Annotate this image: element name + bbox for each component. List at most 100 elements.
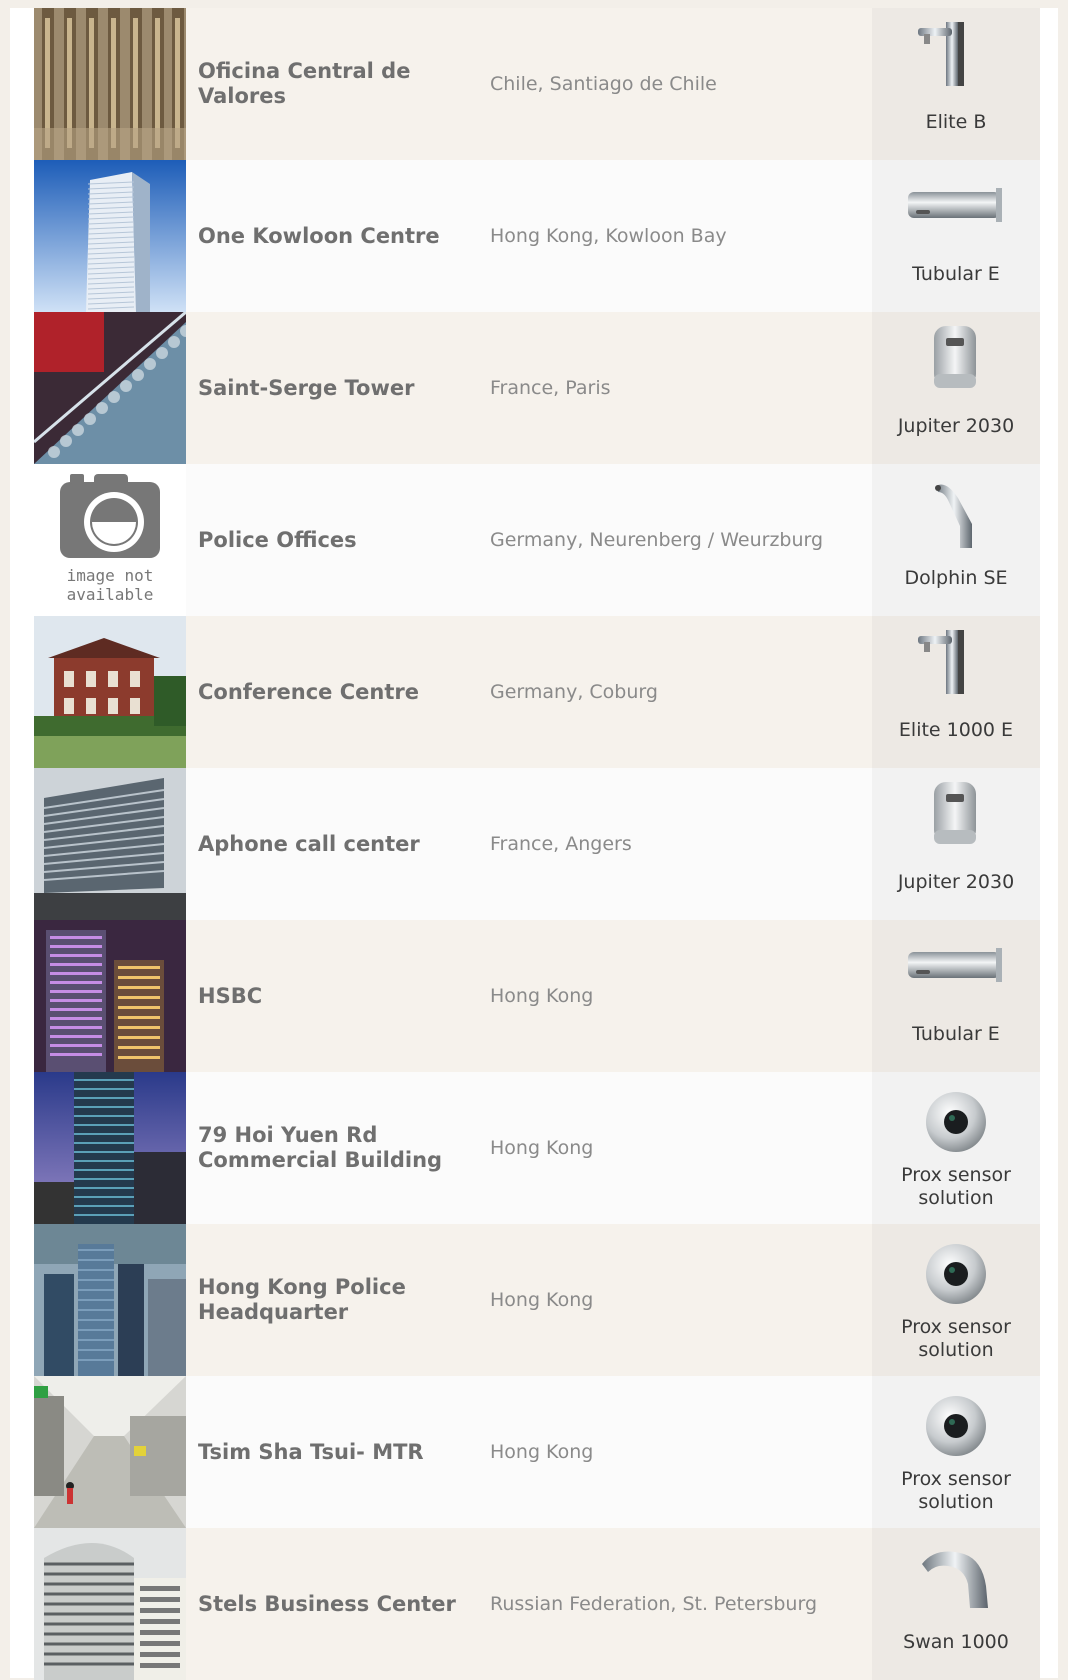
reference-row: 79 Hoi Yuen Rd Commercial Building Hong K… <box>34 1072 1056 1224</box>
image-not-available-label: image not available <box>66 566 154 604</box>
product-name[interactable]: Swan 1000 <box>872 1631 1040 1654</box>
project-name-cell: HSBC <box>186 920 470 1072</box>
jupiter-sensor-icon[interactable] <box>906 782 1006 862</box>
product-name[interactable]: Elite B <box>872 111 1040 134</box>
project-name[interactable]: Oficina Central de Valores <box>198 59 470 109</box>
image-not-available-icon[interactable]: image not available <box>34 464 186 616</box>
location-text: Hong Kong <box>490 1137 594 1159</box>
product-name[interactable]: Prox sensor solution <box>896 1164 1016 1210</box>
project-name-cell: Tsim Sha Tsui- MTR <box>186 1376 470 1528</box>
product-name[interactable]: Prox sensor solution <box>896 1468 1016 1514</box>
project-name[interactable]: 79 Hoi Yuen Rd Commercial Building <box>198 1123 470 1173</box>
location-cell: Hong Kong <box>470 1376 872 1528</box>
location-cell: France, Paris <box>470 312 872 464</box>
project-name[interactable]: Hong Kong Police Headquarter <box>198 1275 470 1325</box>
product-name[interactable]: Prox sensor solution <box>896 1316 1016 1362</box>
prox-sensor-icon[interactable] <box>906 1390 1006 1470</box>
references-table: Oficina Central de Valores Chile, Santiag… <box>34 8 1056 1680</box>
location-cell: Russian Federation, St. Petersburg <box>470 1528 872 1680</box>
building-photo[interactable] <box>34 1072 186 1224</box>
project-name[interactable]: Aphone call center <box>198 832 428 857</box>
prox-sensor-icon[interactable] <box>906 1086 1006 1166</box>
swan-faucet-icon[interactable] <box>906 1542 1006 1622</box>
product-name[interactable]: Tubular E <box>872 1023 1040 1046</box>
building-photo[interactable] <box>34 616 186 768</box>
project-name[interactable]: Stels Business Center <box>198 1592 464 1617</box>
project-name-cell: Aphone call center <box>186 768 470 920</box>
product-cell[interactable]: Elite 1000 E <box>872 616 1040 768</box>
location-text: Germany, Neurenberg / Weurzburg <box>490 529 824 551</box>
location-text: France, Angers <box>490 833 632 855</box>
location-cell: Hong Kong <box>470 1224 872 1376</box>
reference-row: Aphone call center France, Angers Jupiter… <box>34 768 1056 920</box>
building-photo[interactable] <box>34 920 186 1072</box>
building-photo[interactable] <box>34 1376 186 1528</box>
building-photo[interactable] <box>34 312 186 464</box>
location-cell: Germany, Coburg <box>470 616 872 768</box>
project-name-cell: Saint-Serge Tower <box>186 312 470 464</box>
location-cell: Germany, Neurenberg / Weurzburg <box>470 464 872 616</box>
reference-row: Saint-Serge Tower France, Paris Jupiter 2… <box>34 312 1056 464</box>
tubular-spout-icon[interactable] <box>906 174 1006 254</box>
project-name-cell: Conference Centre <box>186 616 470 768</box>
building-photo[interactable] <box>34 768 186 920</box>
project-name-cell: 79 Hoi Yuen Rd Commercial Building <box>186 1072 470 1224</box>
location-text: Russian Federation, St. Petersburg <box>490 1593 817 1615</box>
building-photo[interactable] <box>34 8 186 160</box>
reference-row: Tsim Sha Tsui- MTR Hong Kong Prox sensor … <box>34 1376 1056 1528</box>
location-text: Hong Kong, Kowloon Bay <box>490 225 727 247</box>
reference-row: image not available Police Offices Germany… <box>34 464 1056 616</box>
elite-faucet-icon[interactable] <box>906 22 1006 102</box>
product-name[interactable]: Jupiter 2030 <box>872 871 1040 894</box>
project-name[interactable]: HSBC <box>198 984 270 1009</box>
references-page: Oficina Central de Valores Chile, Santiag… <box>10 8 1058 1680</box>
location-text: France, Paris <box>490 377 611 399</box>
product-cell[interactable]: Tubular E <box>872 920 1040 1072</box>
product-name[interactable]: Tubular E <box>872 263 1040 286</box>
product-name[interactable]: Dolphin SE <box>872 567 1040 590</box>
dolphin-faucet-icon[interactable] <box>906 478 1006 558</box>
reference-row: Hong Kong Police Headquarter Hong Kong Pr… <box>34 1224 1056 1376</box>
product-cell[interactable]: Tubular E <box>872 160 1040 312</box>
reference-row: Oficina Central de Valores Chile, Santiag… <box>34 8 1056 160</box>
jupiter-sensor-icon[interactable] <box>906 326 1006 406</box>
project-name[interactable]: Tsim Sha Tsui- MTR <box>198 1440 432 1465</box>
project-name[interactable]: Police Offices <box>198 528 365 553</box>
project-name[interactable]: Saint-Serge Tower <box>198 376 422 401</box>
location-cell: Chile, Santiago de Chile <box>470 8 872 160</box>
product-cell[interactable]: Jupiter 2030 <box>872 768 1040 920</box>
reference-row: One Kowloon Centre Hong Kong, Kowloon Bay… <box>34 160 1056 312</box>
building-photo[interactable] <box>34 1224 186 1376</box>
location-text: Germany, Coburg <box>490 681 658 703</box>
product-cell[interactable]: Prox sensor solution <box>872 1072 1040 1224</box>
prox-sensor-icon[interactable] <box>906 1238 1006 1318</box>
building-photo[interactable] <box>34 160 186 312</box>
product-cell[interactable]: Dolphin SE <box>872 464 1040 616</box>
location-text: Chile, Santiago de Chile <box>490 73 717 95</box>
location-text: Hong Kong <box>490 1441 594 1463</box>
location-cell: France, Angers <box>470 768 872 920</box>
location-cell: Hong Kong, Kowloon Bay <box>470 160 872 312</box>
project-name[interactable]: Conference Centre <box>198 680 427 705</box>
reference-row: Conference Centre Germany, Coburg Elite 1… <box>34 616 1056 768</box>
product-cell[interactable]: Jupiter 2030 <box>872 312 1040 464</box>
elite-faucet-icon[interactable] <box>906 630 1006 710</box>
reference-row: Stels Business Center Russian Federation,… <box>34 1528 1056 1680</box>
product-cell[interactable]: Elite B <box>872 8 1040 160</box>
product-cell[interactable]: Prox sensor solution <box>872 1224 1040 1376</box>
location-text: Hong Kong <box>490 1289 594 1311</box>
product-cell[interactable]: Prox sensor solution <box>872 1376 1040 1528</box>
project-name[interactable]: One Kowloon Centre <box>198 224 448 249</box>
tubular-spout-icon[interactable] <box>906 934 1006 1014</box>
reference-row: HSBC Hong Kong Tubular E <box>34 920 1056 1072</box>
product-name[interactable]: Elite 1000 E <box>872 719 1040 742</box>
project-name-cell: Hong Kong Police Headquarter <box>186 1224 470 1376</box>
product-name[interactable]: Jupiter 2030 <box>872 415 1040 438</box>
location-cell: Hong Kong <box>470 920 872 1072</box>
location-text: Hong Kong <box>490 985 594 1007</box>
location-cell: Hong Kong <box>470 1072 872 1224</box>
building-photo[interactable] <box>34 1528 186 1680</box>
project-name-cell: One Kowloon Centre <box>186 160 470 312</box>
product-cell[interactable]: Swan 1000 <box>872 1528 1040 1680</box>
project-name-cell: Police Offices <box>186 464 470 616</box>
